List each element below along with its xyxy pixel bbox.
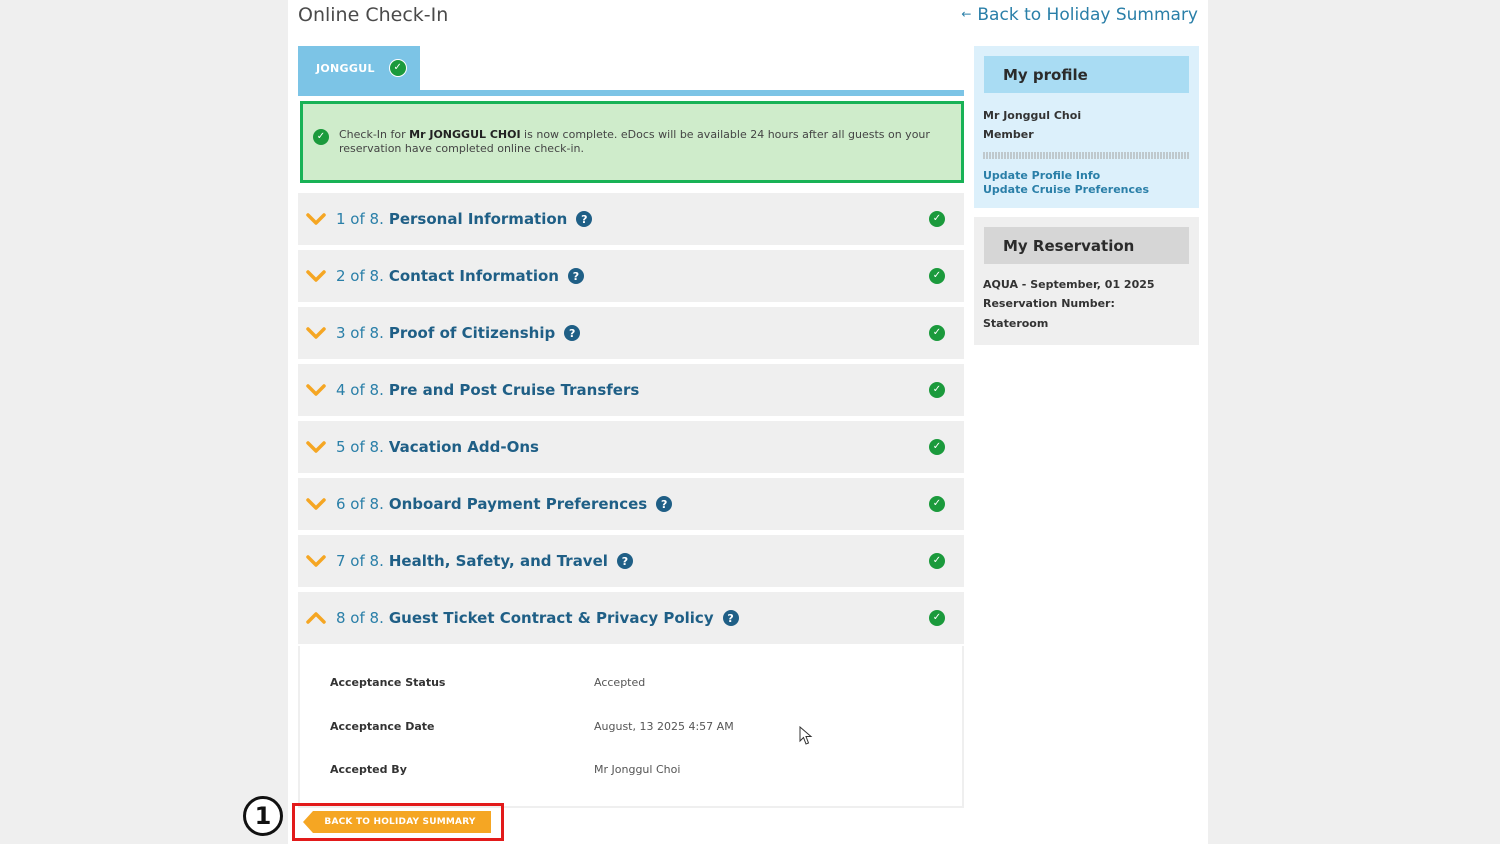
step-title: Guest Ticket Contract & Privacy Policy: [388, 609, 714, 627]
step-number: 4 of 8.: [336, 381, 384, 399]
accepted-by-value: Mr Jonggul Choi: [594, 763, 681, 776]
complete-check-icon: ✓: [929, 496, 945, 512]
step-number: 2 of 8.: [336, 267, 384, 285]
chevron-down-icon: [306, 384, 336, 396]
profile-status: Member: [983, 128, 1034, 141]
profile-name: Mr Jonggul Choi: [983, 109, 1082, 122]
complete-check-icon: ✓: [929, 211, 945, 227]
step-number: 1 of 8.: [336, 210, 384, 228]
step-onboard-payment[interactable]: 6 of 8. Onboard Payment Preferences ? ✓: [298, 478, 964, 530]
reservation-ship-date: AQUA - September, 01 2025: [983, 278, 1155, 291]
tab-underline: [298, 90, 964, 96]
profile-header: My profile: [984, 56, 1189, 93]
success-check-icon: ✓: [313, 129, 329, 145]
checkmark-icon: ✓: [388, 59, 407, 77]
step-title: Contact Information: [388, 267, 559, 285]
help-icon[interactable]: ?: [616, 553, 633, 569]
step-title: Onboard Payment Preferences: [388, 495, 648, 513]
chevron-up-icon: [306, 612, 336, 624]
acceptance-status-value: Accepted: [594, 676, 646, 689]
help-icon[interactable]: ?: [656, 496, 673, 512]
step-personal-information[interactable]: 1 of 8. Personal Information ? ✓: [298, 193, 964, 245]
tab-guest-label: JONGGUL: [316, 61, 375, 75]
contract-details-panel: Acceptance Status Accepted Acceptance Da…: [298, 646, 964, 808]
chevron-down-icon: [306, 498, 336, 510]
acceptance-status-label: Acceptance Status: [330, 676, 446, 689]
step-number: 5 of 8.: [336, 438, 384, 456]
complete-check-icon: ✓: [929, 439, 945, 455]
step-title: Health, Safety, and Travel: [388, 552, 608, 570]
my-profile-panel: My profile Mr Jonggul Choi Member Update…: [974, 46, 1199, 208]
help-icon[interactable]: ?: [722, 610, 739, 626]
help-icon[interactable]: ?: [564, 325, 581, 341]
complete-check-icon: ✓: [929, 610, 945, 626]
help-icon[interactable]: ?: [567, 268, 584, 284]
back-link-label: Back to Holiday Summary: [977, 5, 1198, 25]
step-title: Proof of Citizenship: [388, 324, 556, 342]
update-profile-link[interactable]: Update Profile Info: [983, 169, 1100, 182]
step-health-safety-travel[interactable]: 7 of 8. Health, Safety, and Travel ? ✓: [298, 535, 964, 587]
complete-check-icon: ✓: [929, 382, 945, 398]
step-number: 6 of 8.: [336, 495, 384, 513]
step-proof-of-citizenship[interactable]: 3 of 8. Proof of Citizenship ? ✓: [298, 307, 964, 359]
divider: [983, 152, 1189, 159]
complete-check-icon: ✓: [929, 553, 945, 569]
complete-check-icon: ✓: [929, 325, 945, 341]
step-guest-ticket-contract[interactable]: 8 of 8. Guest Ticket Contract & Privacy …: [298, 592, 964, 644]
tab-guest-jonggul[interactable]: JONGGUL ✓: [298, 46, 420, 90]
acceptance-date-value: August, 13 2025 4:57 AM: [594, 720, 734, 733]
highlight-box: BACK TO HOLIDAY SUMMARY: [292, 803, 504, 841]
complete-check-icon: ✓: [929, 268, 945, 284]
step-number: 3 of 8.: [336, 324, 384, 342]
my-reservation-panel: My Reservation AQUA - September, 01 2025…: [974, 217, 1199, 345]
step-title: Personal Information: [388, 210, 568, 228]
mouse-cursor-icon: [799, 726, 813, 745]
step-cruise-transfers[interactable]: 4 of 8. Pre and Post Cruise Transfers ✓: [298, 364, 964, 416]
back-to-holiday-summary-link[interactable]: ← Back to Holiday Summary: [961, 5, 1198, 25]
help-icon[interactable]: ?: [576, 211, 593, 227]
step-marker: 1: [243, 796, 283, 836]
chevron-down-icon: [306, 327, 336, 339]
step-vacation-add-ons[interactable]: 5 of 8. Vacation Add-Ons ✓: [298, 421, 964, 473]
reservation-number-label: Reservation Number:: [983, 297, 1115, 310]
step-title: Vacation Add-Ons: [388, 438, 539, 456]
banner-guest-name: Mr JONGGUL CHOI: [409, 128, 521, 141]
page-title: Online Check-In: [298, 4, 449, 26]
back-to-holiday-summary-button[interactable]: BACK TO HOLIDAY SUMMARY: [303, 811, 491, 833]
update-preferences-link[interactable]: Update Cruise Preferences: [983, 183, 1149, 196]
checkin-complete-banner: ✓ Check-In for Mr JONGGUL CHOI is now co…: [300, 101, 964, 183]
banner-message: Check-In for Mr JONGGUL CHOI is now comp…: [339, 128, 941, 156]
stateroom-label: Stateroom: [983, 317, 1049, 330]
back-arrow-icon: ←: [961, 7, 972, 21]
acceptance-date-label: Acceptance Date: [330, 720, 435, 733]
step-number: 8 of 8.: [336, 609, 384, 627]
step-number: 7 of 8.: [336, 552, 384, 570]
chevron-down-icon: [306, 270, 336, 282]
step-contact-information[interactable]: 2 of 8. Contact Information ? ✓: [298, 250, 964, 302]
back-button-label: BACK TO HOLIDAY SUMMARY: [324, 817, 476, 827]
accepted-by-label: Accepted By: [330, 763, 407, 776]
reservation-header: My Reservation: [984, 227, 1189, 264]
chevron-down-icon: [306, 555, 336, 567]
banner-prefix: Check-In for: [339, 128, 410, 141]
chevron-down-icon: [306, 213, 336, 225]
chevron-down-icon: [306, 441, 336, 453]
step-title: Pre and Post Cruise Transfers: [388, 381, 640, 399]
